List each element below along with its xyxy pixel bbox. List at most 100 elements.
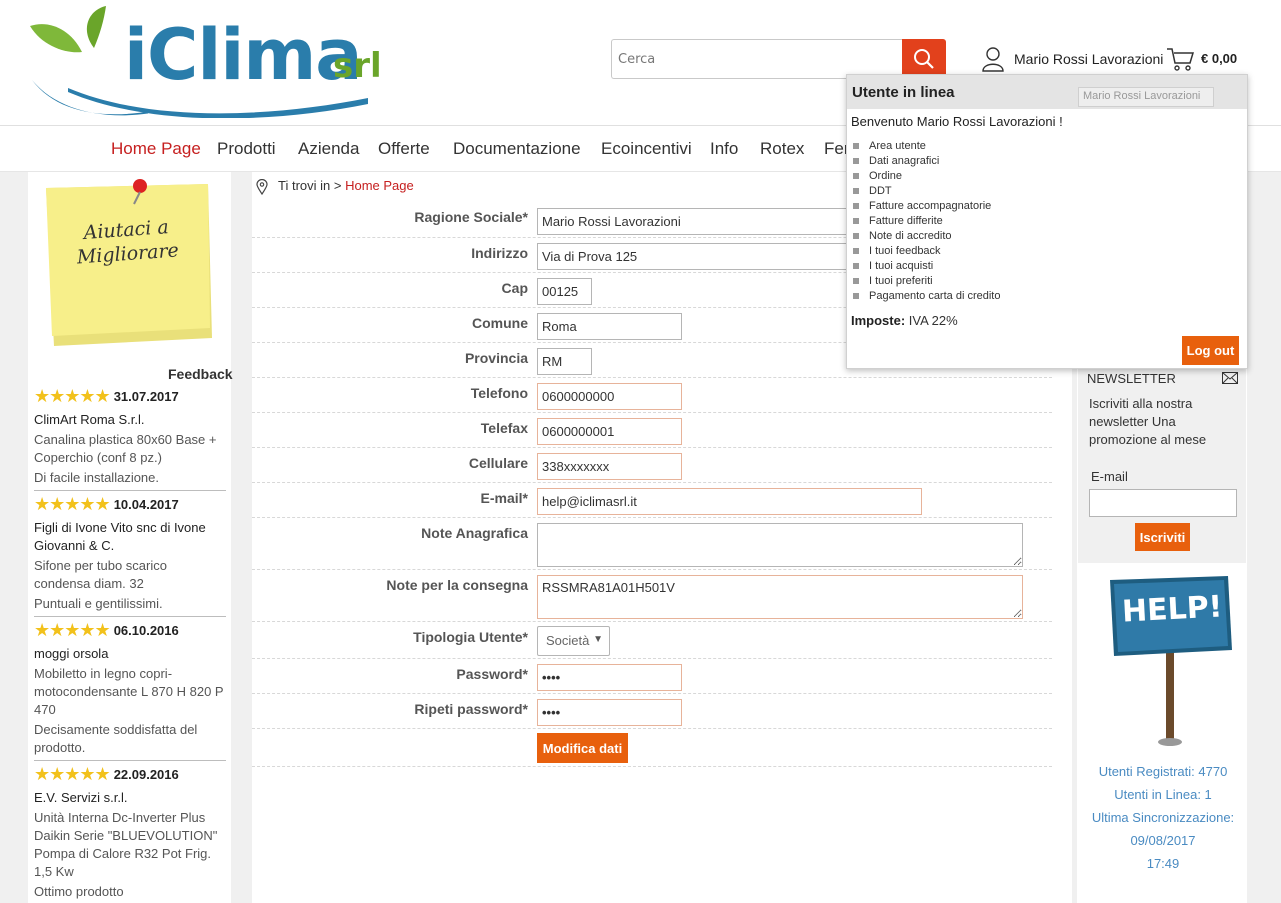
user-dropdown-popup: Utente in linea Mario Rossi Lavorazioni … (846, 74, 1248, 369)
cap-field[interactable] (537, 278, 592, 305)
rating-stars: ★★★★★ (34, 620, 111, 640)
chevron-down-icon: ▼ (593, 634, 603, 645)
breadcrumb: Ti trovi in > Home Page (278, 178, 414, 193)
review-product[interactable]: Canalina plastica 80x60 Base + Coperchio… (34, 431, 226, 467)
password-field[interactable] (537, 664, 682, 691)
review-divider (34, 490, 226, 491)
email-field[interactable] (537, 488, 922, 515)
note-anagrafica-field[interactable] (537, 523, 1023, 567)
search-input[interactable] (611, 39, 903, 79)
user-name-link[interactable]: Mario Rossi Lavorazioni (1014, 51, 1163, 67)
menu-item-fatture-accompagnatorie[interactable]: Fatture accompagnatorie (853, 199, 1000, 214)
ripeti-password-field[interactable] (537, 699, 682, 726)
provincia-field[interactable] (537, 348, 592, 375)
nav-item-info[interactable]: Info (710, 139, 738, 159)
menu-item-fatture-differite[interactable]: Fatture differite (853, 214, 1000, 229)
stats-sync-label: Ultima Sincronizzazione: (1091, 810, 1235, 825)
form-row-submit (252, 729, 1052, 767)
review-product[interactable]: Sifone per tubo scarico condensa diam. 3… (34, 557, 226, 593)
menu-item-preferiti[interactable]: I tuoi preferiti (853, 274, 1000, 289)
rating-stars: ★★★★★ (34, 386, 111, 406)
cart-icon[interactable] (1166, 46, 1194, 72)
review-item: ★★★★★ 10.04.2017 Figli di Ivone Vito snc … (34, 494, 226, 613)
logo[interactable]: iClima srl (28, 0, 388, 122)
help-sign-text: HELP! (1121, 589, 1224, 630)
review-author: ClimArt Roma S.r.l. (34, 412, 145, 427)
review-author: moggi orsola (34, 646, 109, 661)
note-anagrafica-label: Note Anagrafica (421, 525, 528, 541)
nav-item-documentazione[interactable]: Documentazione (453, 139, 581, 159)
review-product[interactable]: Mobiletto in legno copri-motocondensante… (34, 665, 226, 719)
search-button[interactable] (902, 39, 946, 79)
stats-registered: Utenti Registrati: 4770 (1098, 764, 1228, 779)
cap-label: Cap (501, 280, 528, 296)
rating-stars: ★★★★★ (34, 494, 111, 514)
newsletter-title: NEWSLETTER (1087, 371, 1176, 386)
note-consegna-field[interactable]: RSSMRA81A01H501V (537, 575, 1023, 619)
logout-button[interactable]: Log out (1182, 336, 1239, 365)
nav-item-offerte[interactable]: Offerte (378, 139, 430, 159)
popup-welcome: Benvenuto Mario Rossi Lavorazioni ! (851, 114, 1063, 129)
postit-text: Aiutaci a Migliorare (76, 216, 180, 269)
review-divider (34, 616, 226, 617)
search-icon (914, 49, 934, 69)
cellulare-field[interactable] (537, 453, 682, 480)
menu-item-note-accredito[interactable]: Note di accredito (853, 229, 1000, 244)
mail-icon (1222, 372, 1238, 384)
ragione-sociale-label: Ragione Sociale* (414, 209, 528, 225)
review-item: ★★★★★ 22.09.2016 E.V. Servizi s.r.l. Unit… (34, 764, 226, 901)
cart-total[interactable]: € 0,00 (1201, 51, 1237, 66)
menu-item-ordine[interactable]: Ordine (853, 169, 1000, 184)
newsletter-description: Iscriviti alla nostra newsletter Una pro… (1089, 396, 1207, 447)
review-date: 22.09.2016 (113, 767, 179, 782)
review-date: 31.07.2017 (113, 389, 179, 404)
subscribe-button[interactable]: Iscriviti (1135, 523, 1190, 551)
stats-sync-date: 09/08/2017 (1130, 833, 1196, 848)
menu-item-ddt[interactable]: DDT (853, 184, 1000, 199)
newsletter-box: NEWSLETTER Iscriviti alla nostra newslet… (1078, 365, 1246, 563)
nav-item-rotex[interactable]: Rotex (760, 139, 804, 159)
tipologia-selected: Società (546, 633, 590, 648)
provincia-label: Provincia (464, 350, 528, 366)
menu-item-area-utente[interactable]: Area utente (853, 139, 1000, 154)
tipologia-select[interactable]: Società ▼ (537, 626, 610, 656)
review-author: E.V. Servizi s.r.l. (34, 790, 128, 805)
help-sign[interactable]: HELP! (1104, 572, 1234, 747)
telefono-label: Telefono (470, 385, 528, 401)
stats-sync-time: 17:49 (1146, 856, 1180, 871)
menu-item-pagamento-carta[interactable]: Pagamento carta di credito (853, 289, 1000, 304)
review-comment: Di facile installazione. (34, 470, 160, 485)
modifica-dati-button[interactable]: Modifica dati (537, 733, 628, 763)
logo-suffix: srl (333, 46, 382, 86)
review-date: 06.10.2016 (113, 623, 179, 638)
ragione-sociale-field[interactable] (537, 208, 867, 235)
user-icon[interactable] (981, 46, 1005, 72)
newsletter-email-input[interactable] (1089, 489, 1237, 517)
indirizzo-label: Indirizzo (471, 245, 528, 261)
review-comment: Puntuali e gentilissimi. (34, 596, 163, 611)
review-comment: Decisamente soddisfatta del prodotto. (34, 722, 198, 755)
stats-online: Utenti in Linea: 1 (1114, 787, 1212, 802)
popup-title: Utente in linea (852, 84, 955, 101)
nav-item-ecoincentivi[interactable]: Ecoincentivi (601, 139, 692, 159)
cellulare-label: Cellulare (468, 455, 528, 471)
email-label: E-mail* (480, 490, 528, 506)
menu-item-feedback[interactable]: I tuoi feedback (853, 244, 1000, 259)
popup-menu: Area utente Dati anagrafici Ordine DDT F… (853, 139, 1000, 304)
telefax-label: Telefax (480, 420, 528, 436)
feedback-postit[interactable]: Aiutaci a Migliorare (42, 178, 212, 348)
comune-field[interactable] (537, 313, 682, 340)
review-item: ★★★★★ 06.10.2016 moggi orsola Mobiletto i… (34, 620, 226, 757)
indirizzo-field[interactable] (537, 243, 867, 270)
breadcrumb-current[interactable]: Home Page (345, 178, 414, 193)
telefono-field[interactable] (537, 383, 682, 410)
menu-item-acquisti[interactable]: I tuoi acquisti (853, 259, 1000, 274)
review-author: Figli di Ivone Vito snc di Ivone Giovann… (34, 520, 206, 553)
telefax-field[interactable] (537, 418, 682, 445)
nav-item-azienda[interactable]: Azienda (298, 139, 359, 159)
popup-user-tag: Mario Rossi Lavorazioni (1078, 87, 1214, 107)
nav-item-home[interactable]: Home Page (111, 139, 201, 159)
review-product[interactable]: Unità Interna Dc-Inverter Plus Daikin Se… (34, 809, 226, 881)
menu-item-dati-anagrafici[interactable]: Dati anagrafici (853, 154, 1000, 169)
nav-item-prodotti[interactable]: Prodotti (217, 139, 276, 159)
